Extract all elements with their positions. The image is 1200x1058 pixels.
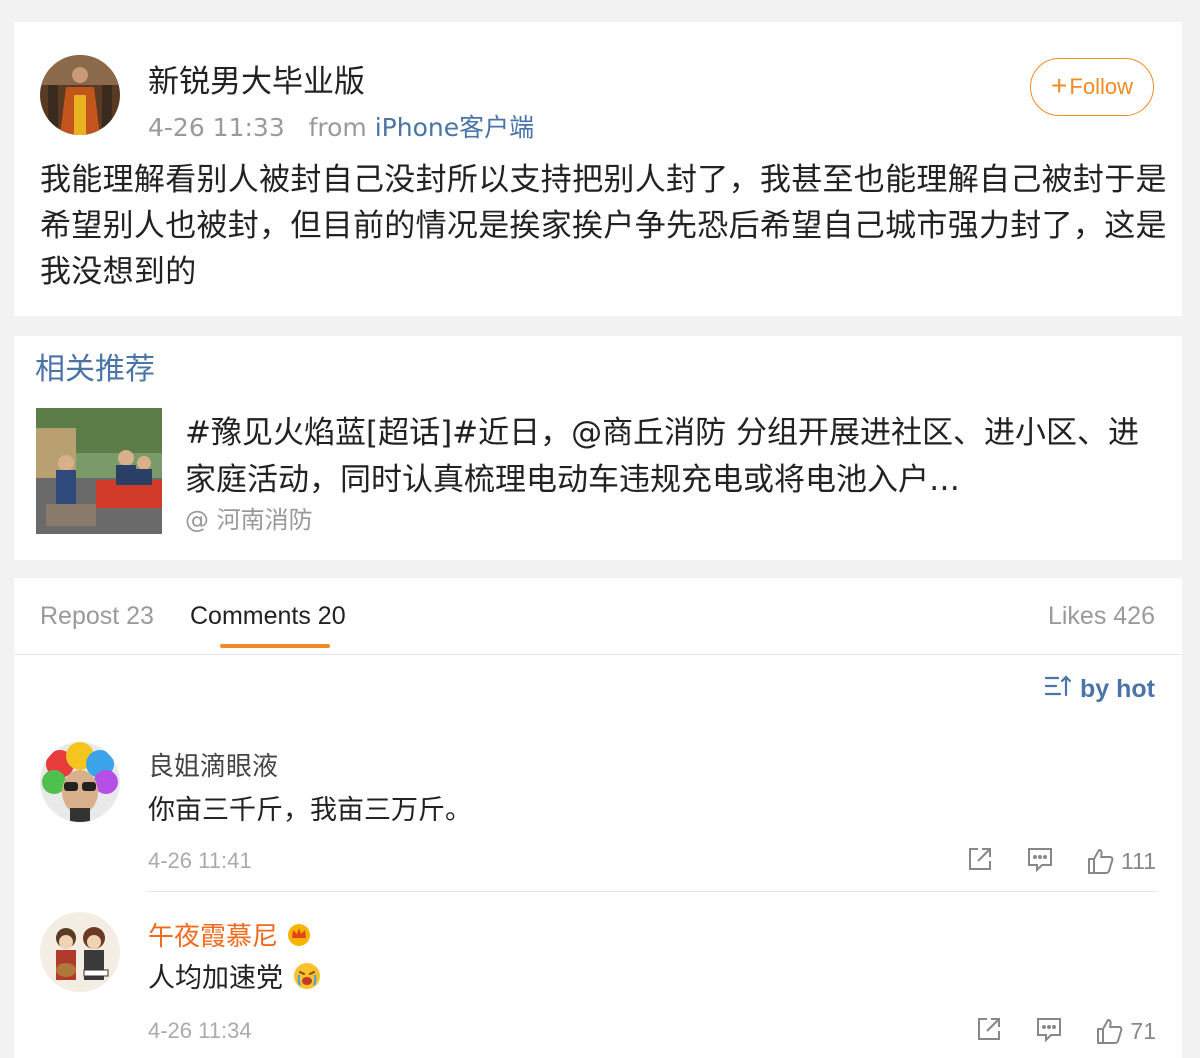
related-source[interactable]: @ 河南消防 — [185, 500, 313, 535]
interaction-tabs: Repost 23 Comments 20 Likes 426 — [14, 578, 1182, 655]
like-button[interactable]: 111 — [1085, 846, 1156, 876]
related-section-title: 相关推荐 — [35, 352, 155, 387]
post-source-prefix: from — [308, 113, 367, 142]
sort-button[interactable]: by hot — [1044, 674, 1155, 705]
like-count: 111 — [1121, 847, 1156, 874]
tab-comments[interactable]: Comments 20 — [190, 602, 346, 631]
author-avatar[interactable] — [40, 55, 120, 135]
comment-item: 午夜霞慕尼 人均加速党 4-26 11:34 71 — [14, 910, 1182, 1058]
post-body: 我能理解看别人被封自己没封所以支持把别人封了，我甚至也能理解自己被封于是希望别人… — [40, 162, 1167, 290]
commenter-name-text: 午夜霞慕尼 — [148, 922, 279, 952]
thumbs-up-icon — [1088, 849, 1114, 874]
comment-actions: 111 — [965, 844, 1156, 878]
post-meta: 4-26 11:33 from iPhone客户端 — [148, 108, 534, 144]
comment-text: 你亩三千斤，我亩三万斤。 — [148, 795, 472, 826]
share-icon[interactable] — [965, 844, 995, 878]
commenter-avatar[interactable] — [40, 912, 120, 992]
comment-text-content: 人均加速党 — [148, 963, 283, 994]
like-button[interactable]: 71 — [1094, 1016, 1156, 1046]
author-name[interactable]: 新锐男大毕业版 — [148, 56, 365, 101]
active-tab-indicator — [220, 644, 330, 648]
follow-button[interactable]: + Follow — [1030, 58, 1154, 116]
comment-text: 人均加速党 — [148, 956, 322, 998]
commenter-name[interactable]: 良姐滴眼液 — [148, 746, 278, 783]
tab-repost[interactable]: Repost 23 — [40, 602, 154, 631]
related-card: 相关推荐 #豫见火焰蓝[超话]#近日，@商丘消防 分组开展进社区、进小区、进家庭… — [14, 336, 1182, 560]
follow-label: Follow — [1069, 74, 1133, 99]
like-count: 71 — [1130, 1017, 1156, 1044]
comments-card: Repost 23 Comments 20 Likes 426 by hot 良… — [14, 578, 1182, 1058]
share-icon[interactable] — [974, 1014, 1004, 1048]
sort-icon — [1044, 674, 1072, 705]
sort-label: by hot — [1080, 675, 1155, 703]
comment-time: 4-26 11:41 — [148, 848, 252, 873]
post-timestamp: 4-26 11:33 — [148, 113, 285, 142]
comment-reply-icon[interactable] — [1025, 844, 1055, 878]
comment-reply-icon[interactable] — [1034, 1014, 1064, 1048]
post-source[interactable]: iPhone客户端 — [375, 113, 534, 142]
commenter-avatar[interactable] — [40, 742, 120, 822]
comment-item: 良姐滴眼液 你亩三千斤，我亩三万斤。 4-26 11:41 111 — [14, 738, 1182, 892]
crying-face-emoji — [292, 961, 322, 998]
thumbs-up-icon — [1097, 1019, 1123, 1044]
comment-time: 4-26 11:34 — [148, 1018, 252, 1043]
vip-crown-icon — [286, 922, 312, 953]
related-text[interactable]: #豫见火焰蓝[超话]#近日，@商丘消防 分组开展进社区、进小区、进家庭活动，同时… — [185, 410, 1160, 504]
related-thumbnail[interactable] — [36, 408, 162, 534]
comment-actions: 71 — [974, 1014, 1156, 1048]
commenter-name[interactable]: 午夜霞慕尼 — [148, 916, 312, 953]
plus-icon: + — [1051, 69, 1068, 101]
tab-likes[interactable]: Likes 426 — [1048, 602, 1155, 631]
post-card: 新锐男大毕业版 4-26 11:33 from iPhone客户端 + Foll… — [14, 22, 1182, 316]
comment-divider — [148, 891, 1156, 892]
